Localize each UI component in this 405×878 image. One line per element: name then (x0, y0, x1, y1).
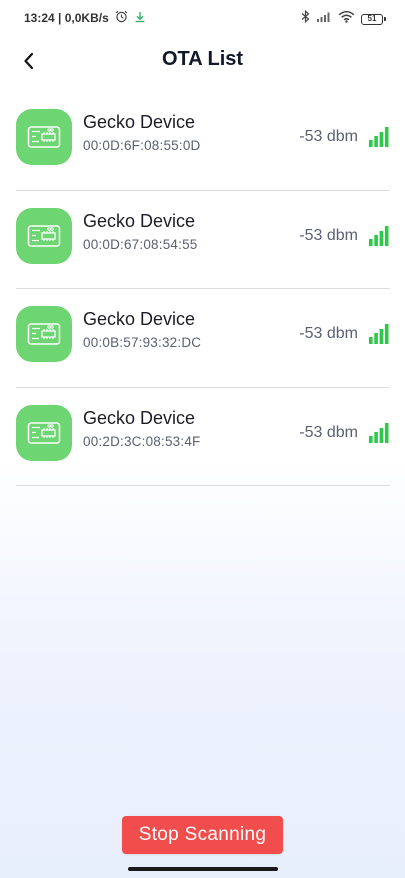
device-row[interactable]: Gecko Device 00:2D:3C:08:53:4F -53 dbm (16, 388, 390, 486)
home-indicator[interactable] (128, 867, 278, 871)
header: OTA List (0, 38, 405, 82)
page-title: OTA List (161, 48, 244, 70)
signal-strength-icon (369, 127, 389, 147)
device-mac-address: 00:0D:67:08:54:55 (83, 236, 198, 252)
device-rssi: -53 dbm (299, 325, 358, 342)
wifi-icon (338, 10, 355, 28)
status-left: 13:24 | 0,0KB/s (24, 10, 146, 26)
status-right: 51 (295, 9, 386, 28)
device-rssi: -53 dbm (299, 226, 358, 244)
device-name: Gecko Device (83, 407, 196, 428)
signal-strength-icon (369, 225, 389, 246)
device-mac-address: 00:2D:3C:08:53:4F (83, 433, 201, 449)
status-time-speed: 13:24 | 0,0KB/s (24, 11, 109, 25)
bluetooth-icon (301, 9, 310, 28)
device-rssi: -53 dbm (299, 128, 358, 145)
download-icon (134, 11, 146, 26)
device-name: Gecko Device (83, 210, 196, 231)
circuit-board-icon (16, 404, 72, 461)
circuit-board-icon (16, 207, 72, 264)
device-name: Gecko Device (83, 112, 196, 132)
battery-icon: 51 (361, 13, 386, 25)
device-row[interactable]: Gecko Device 00:0D:6F:08:55:0D -53 dbm (16, 92, 390, 191)
cellular-signal-icon (316, 10, 332, 28)
device-mac-address: 00:0B:57:93:32:DC (83, 335, 202, 350)
status-bar: 13:24 | 0,0KB/s 51 (0, 0, 405, 36)
device-row[interactable]: Gecko Device 00:0B:57:93:32:DC -53 dbm (16, 289, 390, 388)
signal-strength-icon (369, 324, 389, 344)
circuit-board-icon (16, 109, 72, 165)
device-rssi: -53 dbm (299, 423, 358, 441)
circuit-board-icon (16, 306, 72, 362)
device-mac-address: 00:0D:6F:08:55:0D (83, 138, 201, 153)
device-row[interactable]: Gecko Device 00:0D:67:08:54:55 -53 dbm (16, 191, 390, 289)
alarm-icon (115, 10, 128, 26)
battery-level: 51 (367, 14, 377, 23)
device-list: Gecko Device 00:0D:6F:08:55:0D -53 dbm G… (16, 92, 390, 486)
signal-strength-icon (369, 422, 389, 443)
device-name: Gecko Device (83, 309, 196, 329)
stop-scanning-button[interactable]: Stop Scanning (122, 816, 283, 854)
